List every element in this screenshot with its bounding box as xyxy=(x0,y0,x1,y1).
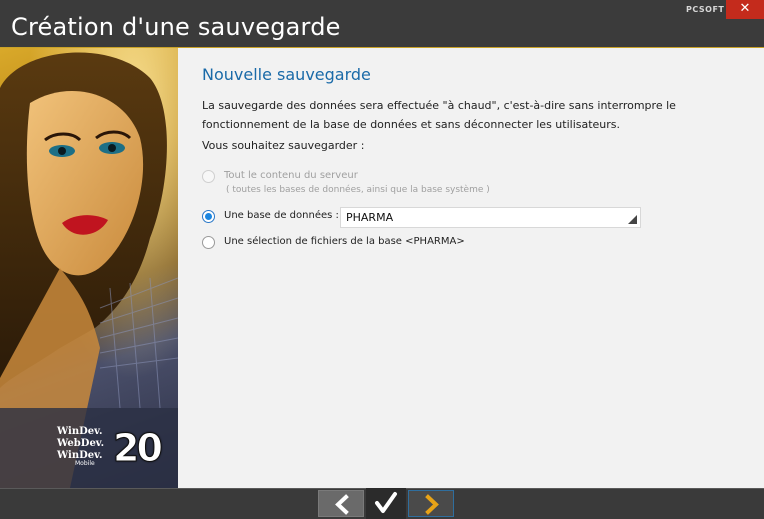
option-label: Une base de données : xyxy=(224,210,339,221)
radio-whole-server[interactable] xyxy=(202,170,215,183)
version-number: 20 xyxy=(113,426,164,471)
radio-file-selection[interactable] xyxy=(202,236,215,249)
illustration-artwork xyxy=(0,48,178,488)
title-bar: Création d'une sauvegarde PCSOFT ✕ xyxy=(0,0,764,48)
description-text: La sauvegarde des données sera effectuée… xyxy=(202,99,676,131)
logo-windev: WinDev. xyxy=(57,426,103,437)
radio-single-database[interactable] xyxy=(202,210,215,223)
close-button[interactable]: ✕ xyxy=(726,0,764,19)
window-title: Création d'une sauvegarde xyxy=(11,13,341,41)
side-illustration: WinDev. WebDev. WinDev. Mobile 20 xyxy=(0,48,178,488)
wizard-content: Nouvelle sauvegarde La sauvegarde des do… xyxy=(178,48,764,488)
wizard-nav-bar xyxy=(0,488,764,519)
chevron-left-icon xyxy=(335,494,349,515)
chevron-right-icon xyxy=(425,494,439,515)
question-label: Vous souhaitez sauvegarder : xyxy=(202,139,365,152)
dropdown-arrow-icon xyxy=(628,215,637,224)
checkmark-icon xyxy=(375,492,397,513)
option-label: Tout le contenu du serveur xyxy=(224,170,358,181)
logo-webdev: WebDev. xyxy=(57,438,105,449)
wizard-window: Création d'une sauvegarde PCSOFT ✕ WinDe… xyxy=(0,0,764,519)
database-select[interactable]: PHARMA xyxy=(340,207,641,228)
pcsoft-logo: PCSOFT xyxy=(686,5,725,14)
database-select-value: PHARMA xyxy=(346,211,394,224)
page-title: Nouvelle sauvegarde xyxy=(202,65,371,84)
option-label: Une sélection de fichiers de la base <PH… xyxy=(224,236,465,247)
next-button[interactable] xyxy=(408,490,454,517)
option-sublabel: ( toutes les bases de données, ainsi que… xyxy=(226,185,490,195)
previous-button[interactable] xyxy=(318,490,364,517)
windev-logo: WinDev. WebDev. WinDev. Mobile xyxy=(57,426,104,467)
validate-button[interactable] xyxy=(366,488,406,519)
